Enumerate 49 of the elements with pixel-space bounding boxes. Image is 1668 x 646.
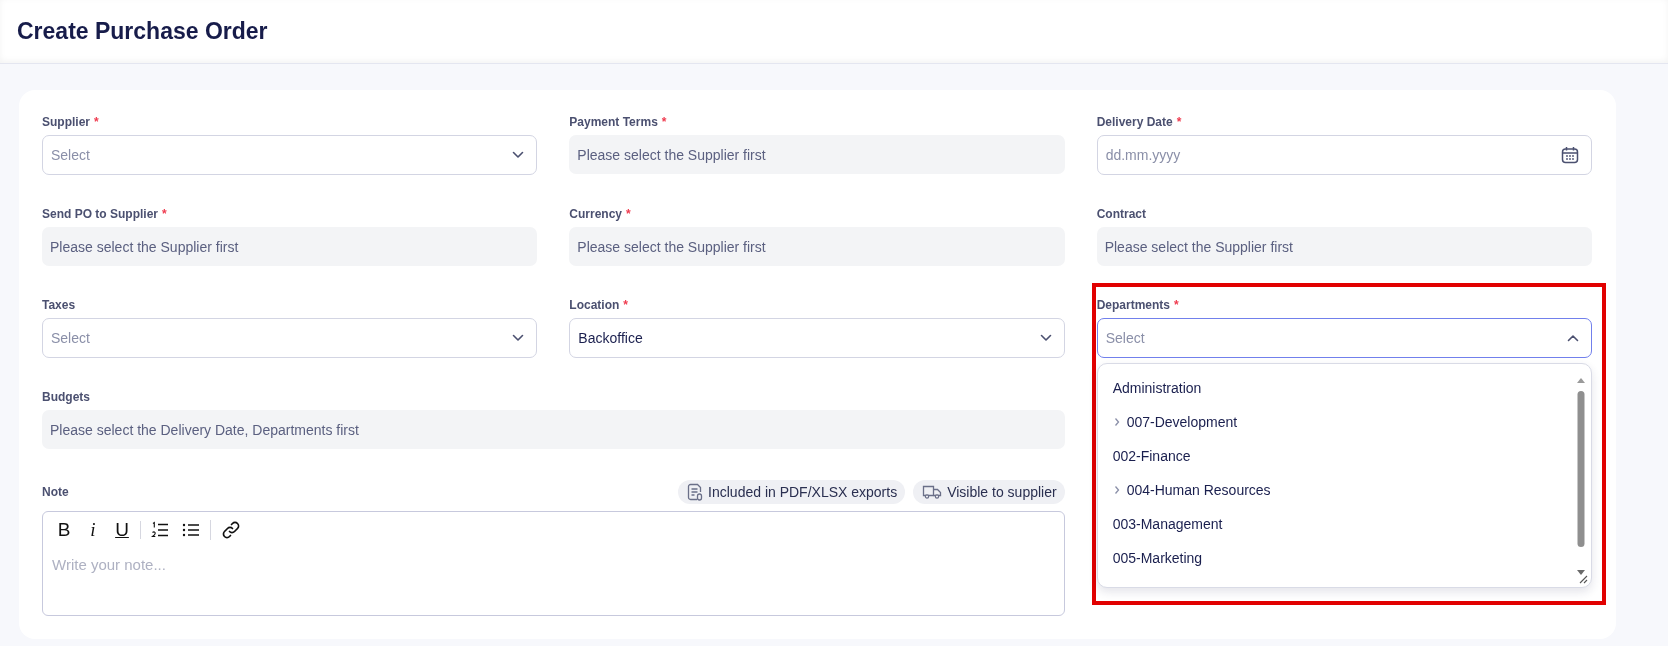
dropdown-option[interactable]: 007-Development: [1126, 414, 1238, 430]
chevron-right-icon[interactable]: [1112, 485, 1121, 495]
truck-icon: [922, 484, 943, 500]
required-mark: *: [626, 206, 631, 222]
chevron-up-icon: [1567, 334, 1579, 342]
dropdown-option[interactable]: 004-Human Resources: [1126, 482, 1271, 498]
page-title: Create Purchase Order: [17, 18, 268, 45]
chevron-down-icon: [512, 334, 525, 342]
field-label: Currency: [569, 206, 622, 222]
note-editor[interactable]: B i U Write your note...: [42, 511, 1065, 616]
required-mark: *: [162, 206, 167, 222]
document-icon: [687, 483, 704, 501]
info-tag: Included in PDF/XLSX exports: [678, 480, 906, 504]
field-label: Budgets: [42, 389, 90, 405]
required-mark: *: [623, 297, 628, 313]
dropdown-option[interactable]: 005-Marketing: [1112, 550, 1203, 566]
select-field[interactable]: Backoffice: [569, 318, 1065, 358]
dropdown-option[interactable]: 002-Finance: [1112, 448, 1191, 464]
field-label: Send PO to Supplier: [42, 206, 158, 222]
bold-button[interactable]: B: [56, 519, 72, 541]
disabled-field: Please select the Supplier first: [42, 227, 538, 266]
field-label: Note: [42, 485, 69, 499]
calendar-icon[interactable]: [1561, 146, 1579, 164]
numbered-list-icon[interactable]: [151, 521, 169, 539]
required-mark: *: [1176, 114, 1182, 130]
required-mark: *: [94, 114, 99, 130]
disabled-field: Please select the Supplier first: [1096, 227, 1592, 266]
chevron-down-icon: [512, 151, 525, 159]
disabled-field: Please select the Supplier first: [569, 227, 1065, 266]
italic-button[interactable]: i: [85, 519, 101, 541]
chevron-right-icon[interactable]: [1112, 417, 1121, 427]
chevron-down-icon: [1039, 334, 1052, 342]
field-label: Delivery Date: [1096, 114, 1173, 130]
field-label: Location: [569, 297, 620, 313]
disabled-field: Please select the Supplier first: [569, 135, 1065, 174]
dropdown-option[interactable]: Administration: [1112, 380, 1202, 396]
field-label: Supplier: [42, 114, 90, 130]
link-icon[interactable]: [221, 520, 241, 540]
field-label: Taxes: [42, 297, 76, 313]
field-label: Contract: [1096, 206, 1146, 222]
bullet-list-icon[interactable]: [182, 522, 200, 538]
required-mark: *: [661, 114, 667, 130]
dropdown-option[interactable]: 003-Management: [1112, 516, 1223, 532]
underline-button[interactable]: U: [114, 519, 130, 541]
disabled-field: Please select the Delivery Date, Departments first: [42, 410, 1065, 449]
field-label: Departments: [1096, 297, 1170, 313]
required-mark: *: [1174, 297, 1179, 313]
info-tag: Visible to supplier: [913, 480, 1065, 504]
field-label: Payment Terms: [569, 114, 658, 130]
